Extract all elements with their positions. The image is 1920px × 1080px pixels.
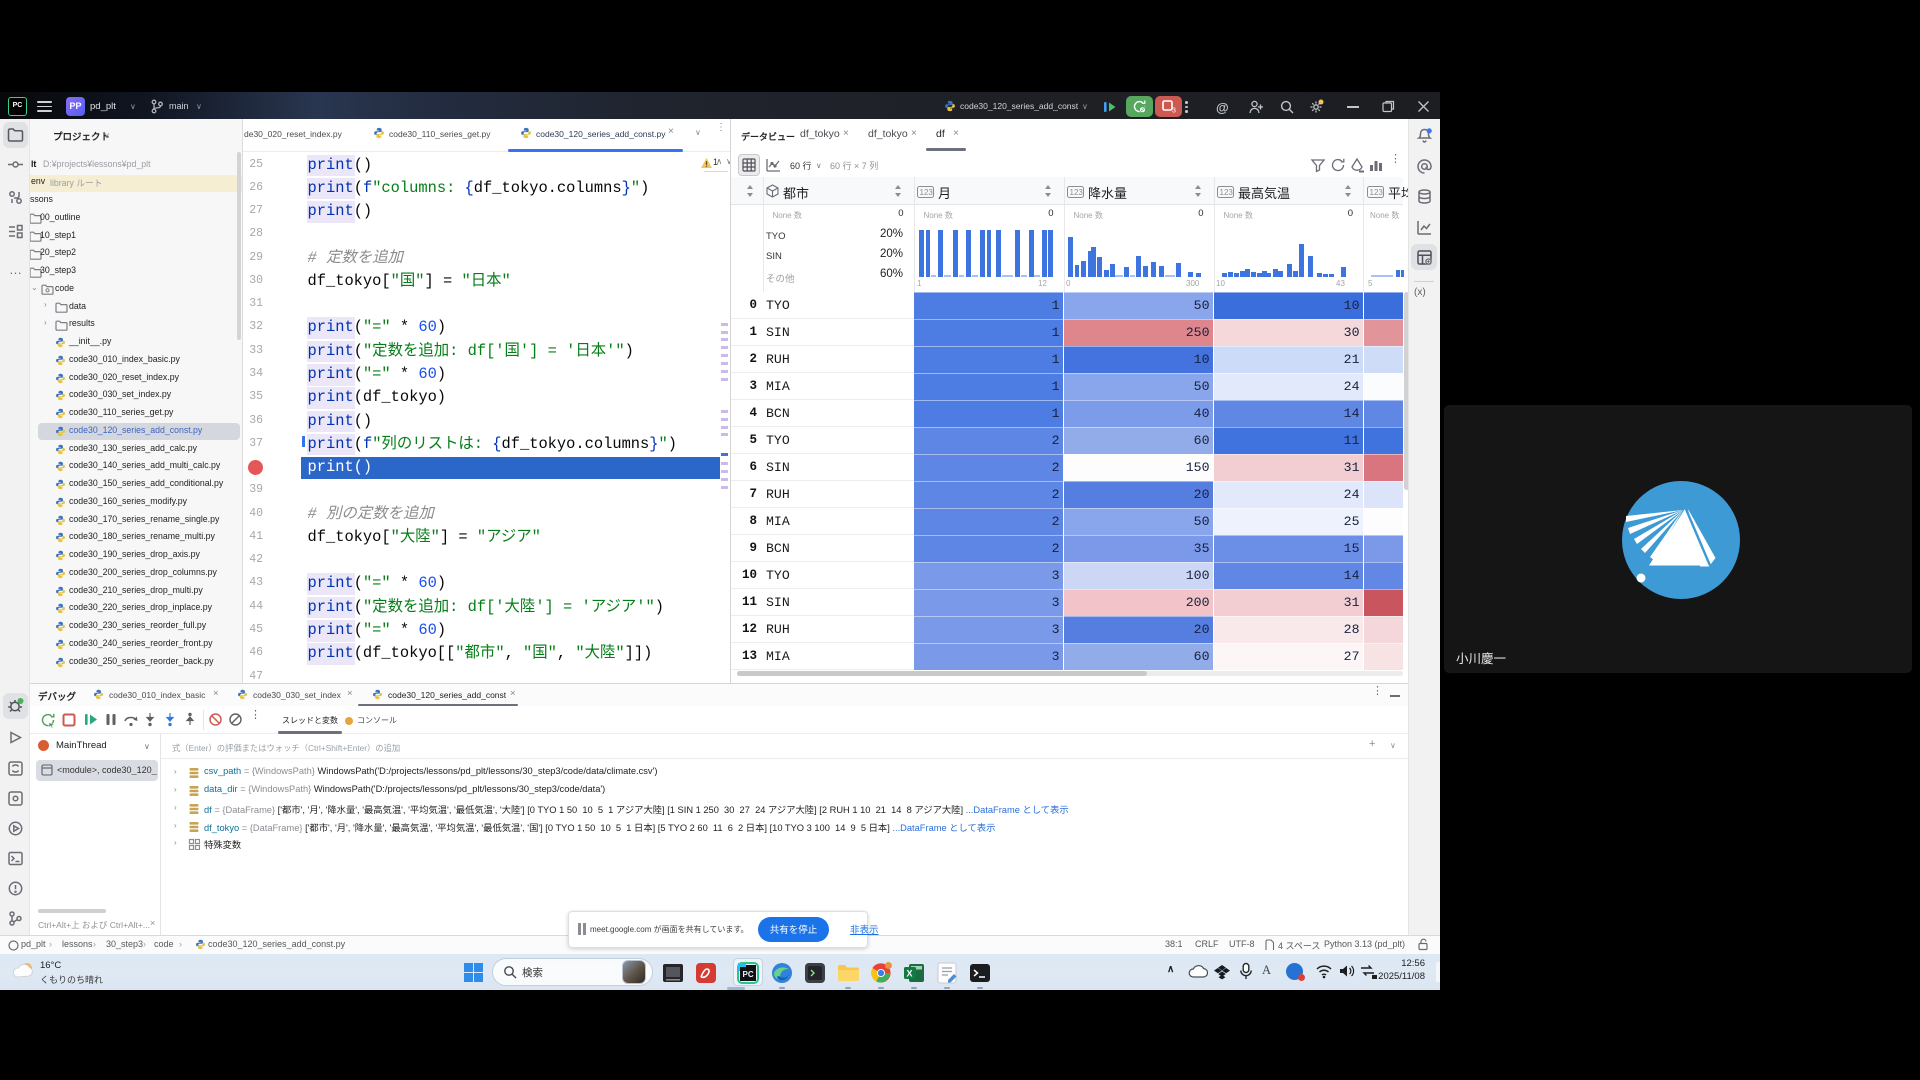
svg-text:123: 123 — [1070, 188, 1084, 197]
svg-text:123: 123 — [1220, 188, 1234, 197]
svg-text:123: 123 — [1370, 188, 1384, 197]
svg-text:3: 3 — [1172, 108, 1176, 115]
svg-text:123: 123 — [920, 188, 934, 197]
svg-text:X: X — [907, 969, 913, 979]
svg-text:PC: PC — [743, 970, 754, 979]
